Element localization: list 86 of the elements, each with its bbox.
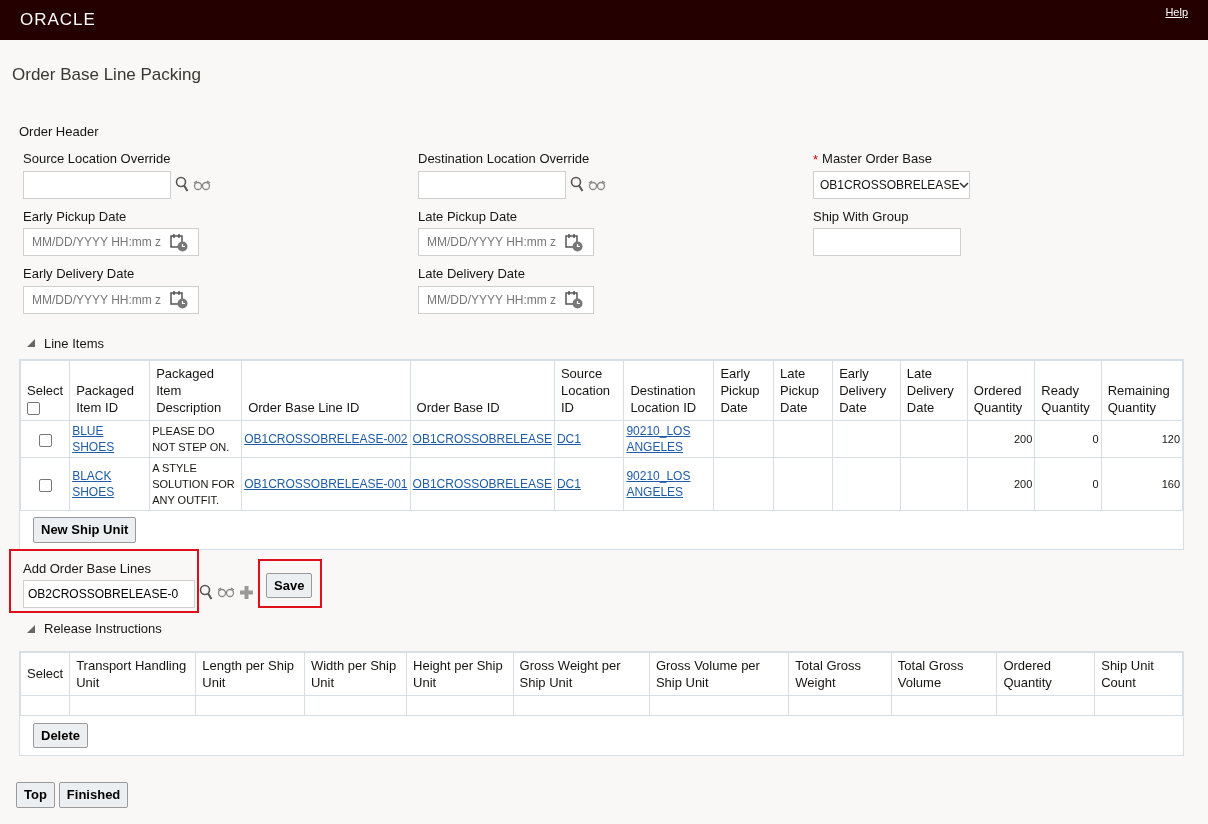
checkbox[interactable] xyxy=(38,478,52,492)
field-label: Source Location Override xyxy=(23,150,171,168)
column-header: Early Pickup Date xyxy=(720,366,760,415)
input-field[interactable] xyxy=(418,170,566,199)
search-icon[interactable] xyxy=(570,176,584,193)
column-header: Remaining Quantity xyxy=(1107,383,1170,415)
date-field[interactable]: MM/DD/YYYY HH:mm z xyxy=(418,228,594,256)
column-header: Gross Volume per Ship Unit xyxy=(655,657,760,690)
column-header: Ship Unit Count xyxy=(1101,657,1154,690)
date-field[interactable]: MM/DD/YYYY HH:mm z xyxy=(418,285,594,314)
column-header: Total Gross Volume xyxy=(897,657,964,690)
column-header: Gross Weight per Ship Unit xyxy=(519,657,621,690)
table-cell: 160 xyxy=(1161,478,1180,490)
table-cell: 200 xyxy=(1014,433,1033,445)
required-asterisk: * xyxy=(813,151,819,169)
field-label: Late Delivery Date xyxy=(418,265,525,283)
table-link[interactable]: DC1 xyxy=(556,476,581,492)
column-header: Late Delivery Date xyxy=(906,366,954,415)
oracle-logo: ORACLE xyxy=(20,9,96,32)
calendar-clock-icon[interactable] xyxy=(565,290,583,309)
column-header: Height per Ship Unit xyxy=(413,657,503,690)
field-label: Destination Location Override xyxy=(418,150,590,168)
field-label: Master Order Base xyxy=(822,150,932,168)
section-title: Order Header xyxy=(19,122,100,141)
checkbox[interactable] xyxy=(27,402,40,416)
input-field[interactable]: OB2CROSSOBRELEASE-0 xyxy=(23,580,195,608)
column-header: Early Delivery Date xyxy=(839,366,887,415)
field-label: Ship With Group xyxy=(813,207,909,226)
input-field[interactable] xyxy=(23,170,171,199)
column-header: Total Gross Weight xyxy=(795,657,862,690)
date-field[interactable]: MM/DD/YYYY HH:mm z xyxy=(23,285,199,314)
date-input[interactable]: MM/DD/YYYY HH:mm z xyxy=(30,289,170,310)
column-header: Width per Ship Unit xyxy=(310,657,397,690)
column-header: Select xyxy=(27,382,64,399)
column-header: Ready Quantity xyxy=(1041,383,1090,415)
page-title: Order Base Line Packing xyxy=(12,64,202,86)
plus-icon[interactable] xyxy=(239,584,254,600)
column-header: Late Pickup Date xyxy=(780,366,820,415)
field-label: Late Pickup Date xyxy=(418,207,517,226)
column-header: Packaged Item Description xyxy=(156,366,222,415)
date-field[interactable]: MM/DD/YYYY HH:mm z xyxy=(23,228,199,256)
table-cell: PLEASE DO NOT STEP ON. xyxy=(152,425,230,453)
footer-button[interactable]: Finished xyxy=(58,782,129,808)
column-header: Source Location ID xyxy=(560,366,611,415)
date-input[interactable]: MM/DD/YYYY HH:mm z xyxy=(425,232,565,252)
field-label: Early Pickup Date xyxy=(23,207,127,226)
field-label: Early Delivery Date xyxy=(23,265,135,283)
search-icon[interactable] xyxy=(175,176,189,193)
column-header: Order Base Line ID xyxy=(248,400,360,415)
column-header: Select xyxy=(27,666,64,681)
table-cell: 0 xyxy=(1092,478,1099,490)
column-header: Transport Handling Unit xyxy=(76,657,187,690)
column-header: Ordered Quantity xyxy=(1003,657,1052,690)
section-title: Release Instructions xyxy=(44,620,162,638)
column-header: Length per Ship Unit xyxy=(202,657,295,690)
calendar-clock-icon[interactable] xyxy=(170,290,188,309)
search-icon[interactable] xyxy=(199,583,213,601)
glasses-icon[interactable] xyxy=(217,586,235,598)
footer-button[interactable]: Top xyxy=(16,782,55,808)
date-input[interactable]: MM/DD/YYYY HH:mm z xyxy=(425,289,565,310)
table-cell: 0 xyxy=(1092,433,1099,445)
table-cell: 120 xyxy=(1161,433,1180,445)
column-header: Destination Location ID xyxy=(630,383,697,415)
help-link[interactable]: Help xyxy=(1165,4,1188,21)
calendar-clock-icon[interactable] xyxy=(565,232,583,252)
column-header: Order Base ID xyxy=(416,400,500,415)
table-cell: A STYLE SOLUTION FOR ANY OUTFIT. xyxy=(152,462,235,506)
glasses-icon[interactable] xyxy=(193,178,211,191)
caret-icon xyxy=(959,181,970,188)
checkbox[interactable] xyxy=(38,433,52,447)
delete-button[interactable]: Delete xyxy=(33,722,89,748)
section-title: Line Items xyxy=(44,334,104,353)
calendar-clock-icon[interactable] xyxy=(170,232,188,252)
field-label: Add Order Base Lines xyxy=(23,559,152,578)
column-header: Ordered Quantity xyxy=(973,383,1023,415)
triangle-icon[interactable] xyxy=(26,338,36,349)
select-field[interactable]: OB1CROSSOBRELEASE xyxy=(813,170,970,199)
new-ship-unit-button[interactable]: New Ship Unit xyxy=(33,517,137,543)
table-link[interactable]: DC1 xyxy=(556,431,581,447)
date-input[interactable]: MM/DD/YYYY HH:mm z xyxy=(30,232,170,252)
save-button[interactable]: Save xyxy=(266,572,313,598)
triangle-icon[interactable] xyxy=(26,623,36,634)
glasses-icon[interactable] xyxy=(588,178,606,191)
column-header: Packaged Item ID xyxy=(76,383,134,415)
table-cell: 200 xyxy=(1014,478,1033,490)
input-field[interactable] xyxy=(813,228,961,256)
